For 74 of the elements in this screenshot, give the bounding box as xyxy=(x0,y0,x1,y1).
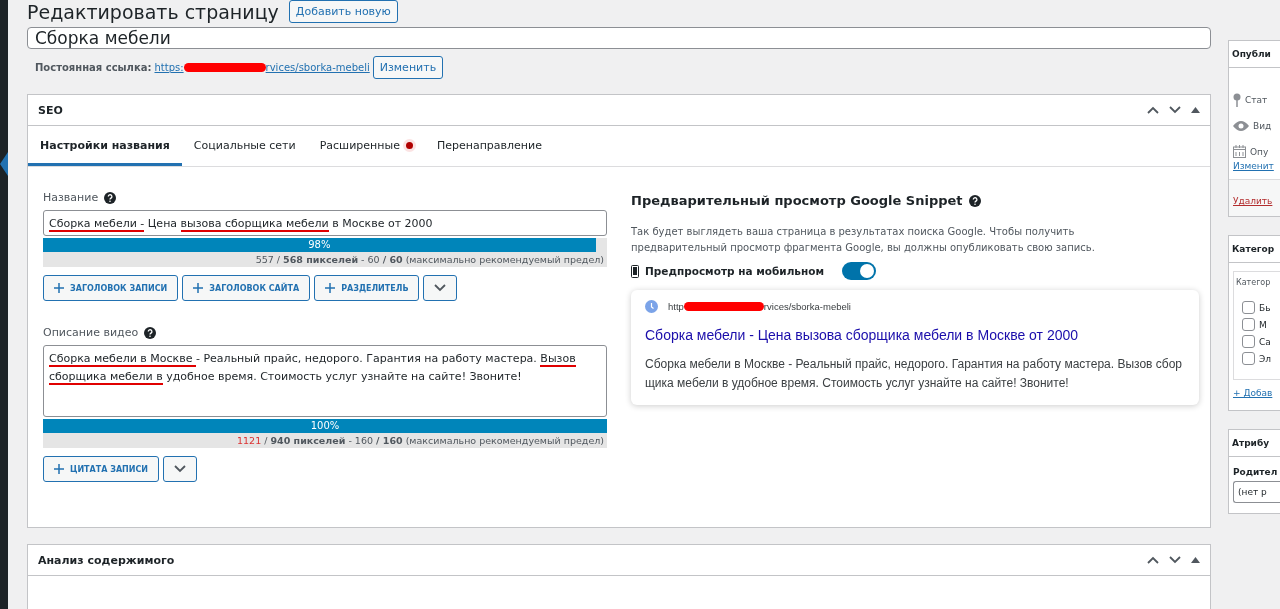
pixel-count-text: 1121 / 940 пикселей - 160 / 160 (максимально рекомендуемый предел) xyxy=(236,434,605,448)
progress-fill: 98% xyxy=(43,238,596,252)
current-menu-arrow xyxy=(0,152,8,176)
edit-link[interactable]: Изменит xyxy=(1233,161,1274,171)
pin-icon xyxy=(1233,93,1241,107)
tab[interactable]: Расширенные xyxy=(307,126,425,166)
plus-icon xyxy=(325,283,336,293)
field-label: Название xyxy=(43,191,99,204)
publish-row-text: Опу xyxy=(1250,146,1269,157)
publish-row-text: Стат xyxy=(1245,95,1268,105)
panel-title: Опубли xyxy=(1229,41,1280,68)
add-variable-button[interactable]: ЗАГОЛОВОК САЙТА xyxy=(182,275,311,301)
page-title: Редактировать страницу xyxy=(27,0,279,23)
preview-title: Предварительный просмотр Google Snippet xyxy=(631,193,963,208)
collapse-triangle-icon[interactable] xyxy=(1191,107,1200,113)
progress-fill: 100% xyxy=(43,419,607,433)
permalink-label: Постоянная ссылка: xyxy=(35,61,152,73)
chevron-down-icon[interactable] xyxy=(1169,106,1181,114)
plus-icon xyxy=(54,464,64,474)
add-new-button[interactable]: Добавить новую xyxy=(288,0,398,23)
checkbox[interactable] xyxy=(1242,301,1255,314)
help-icon[interactable] xyxy=(144,326,157,339)
chevron-up-icon[interactable] xyxy=(1147,106,1159,114)
status-dot xyxy=(405,142,413,149)
category-label: Бь xyxy=(1259,302,1271,313)
checkbox[interactable] xyxy=(1242,352,1255,365)
snippet-url: http rvices/sborka-mebeli xyxy=(668,301,851,312)
more-variables-button[interactable] xyxy=(163,456,198,482)
chevron-down-icon[interactable] xyxy=(174,465,187,473)
help-icon[interactable] xyxy=(104,191,117,204)
parent-label: Родител xyxy=(1232,466,1279,477)
post-title-field[interactable]: Сборка мебели xyxy=(27,27,1211,49)
mobile-preview-label: Предпросмотр на мобильном xyxy=(645,265,825,277)
help-icon[interactable] xyxy=(968,194,981,207)
tab[interactable]: Социальные сети xyxy=(181,126,308,166)
categories-tab[interactable]: Категор xyxy=(1236,278,1278,287)
add-category-link[interactable]: + Добав xyxy=(1233,388,1273,410)
checkbox[interactable] xyxy=(1242,335,1255,348)
description-field[interactable]: Сборка мебели в Москве - Реальный прайс, недорого. Гарантия на работу мастера. Вызов сборщика мебели в удобное время. Стоимость услуг узнайте на сайте! Звоните! xyxy=(43,345,607,417)
collapse-triangle-icon[interactable] xyxy=(1191,557,1200,563)
permalink-link[interactable]: https: rvices/sborka-mebeli xyxy=(154,61,370,73)
panel-title: Категор xyxy=(1229,236,1280,263)
chevron-down-icon[interactable] xyxy=(1169,556,1181,564)
chevron-down-icon[interactable] xyxy=(434,284,447,292)
snippet-title-link[interactable]: Сборка мебели - Цена вызова сборщика мебели в Москве от 2000 xyxy=(645,327,1185,343)
mobile-preview-toggle[interactable] xyxy=(842,262,877,280)
phone-icon xyxy=(631,264,639,278)
add-variable-button[interactable]: РАЗДЕЛИТЕЛЬ xyxy=(314,275,420,301)
eye-icon xyxy=(1233,121,1249,131)
panel-title: Атрибу xyxy=(1229,430,1280,457)
add-variable-button[interactable]: ЦИТАТА ЗАПИСИ xyxy=(43,456,160,482)
tab[interactable]: Перенаправление xyxy=(424,126,554,166)
category-label: М xyxy=(1259,319,1267,330)
plus-icon xyxy=(193,283,204,293)
chevron-up-icon[interactable] xyxy=(1147,556,1159,564)
tab[interactable]: Настройки названия xyxy=(28,126,182,166)
category-label: Эл xyxy=(1259,353,1272,364)
field-label: Описание видео xyxy=(43,326,139,339)
publish-row-text: Вид xyxy=(1253,121,1272,131)
checkbox[interactable] xyxy=(1242,318,1255,331)
panel-title: Анализ содержимого xyxy=(38,553,175,567)
favicon-icon xyxy=(645,300,658,313)
plus-icon xyxy=(54,283,64,293)
parent-select[interactable]: (нет р xyxy=(1233,481,1280,503)
pixel-count-text: 557 / 568 пикселей - 60 / 60 (максимально рекомендуемый предел) xyxy=(254,253,605,267)
more-variables-button[interactable] xyxy=(423,275,458,301)
panel-title: SEO xyxy=(38,103,63,117)
add-variable-button[interactable]: ЗАГОЛОВОК ЗАПИСИ xyxy=(43,275,179,301)
snippet-text: Сборка мебели в Москве - Реальный прайс, недорого. Гарантия на работу мастера. Вызов сбор щика мебели в удобное время. Стоимость услуг узнайте на сайте! Звоните! xyxy=(645,356,1183,392)
edit-permalink-button[interactable]: Изменить xyxy=(372,55,444,79)
calendar-icon xyxy=(1233,145,1246,158)
title-field[interactable]: Сборка мебели - Цена вызова сборщика мебели в Москве от 2000 xyxy=(43,210,607,236)
category-label: Са xyxy=(1259,336,1271,347)
preview-description: Так будет выглядеть ваша страница в результатах поиска Google. Чтобы получить предварительный просмотр фрагмента Google, вы должны опубликовать свою запись. xyxy=(631,225,1096,255)
